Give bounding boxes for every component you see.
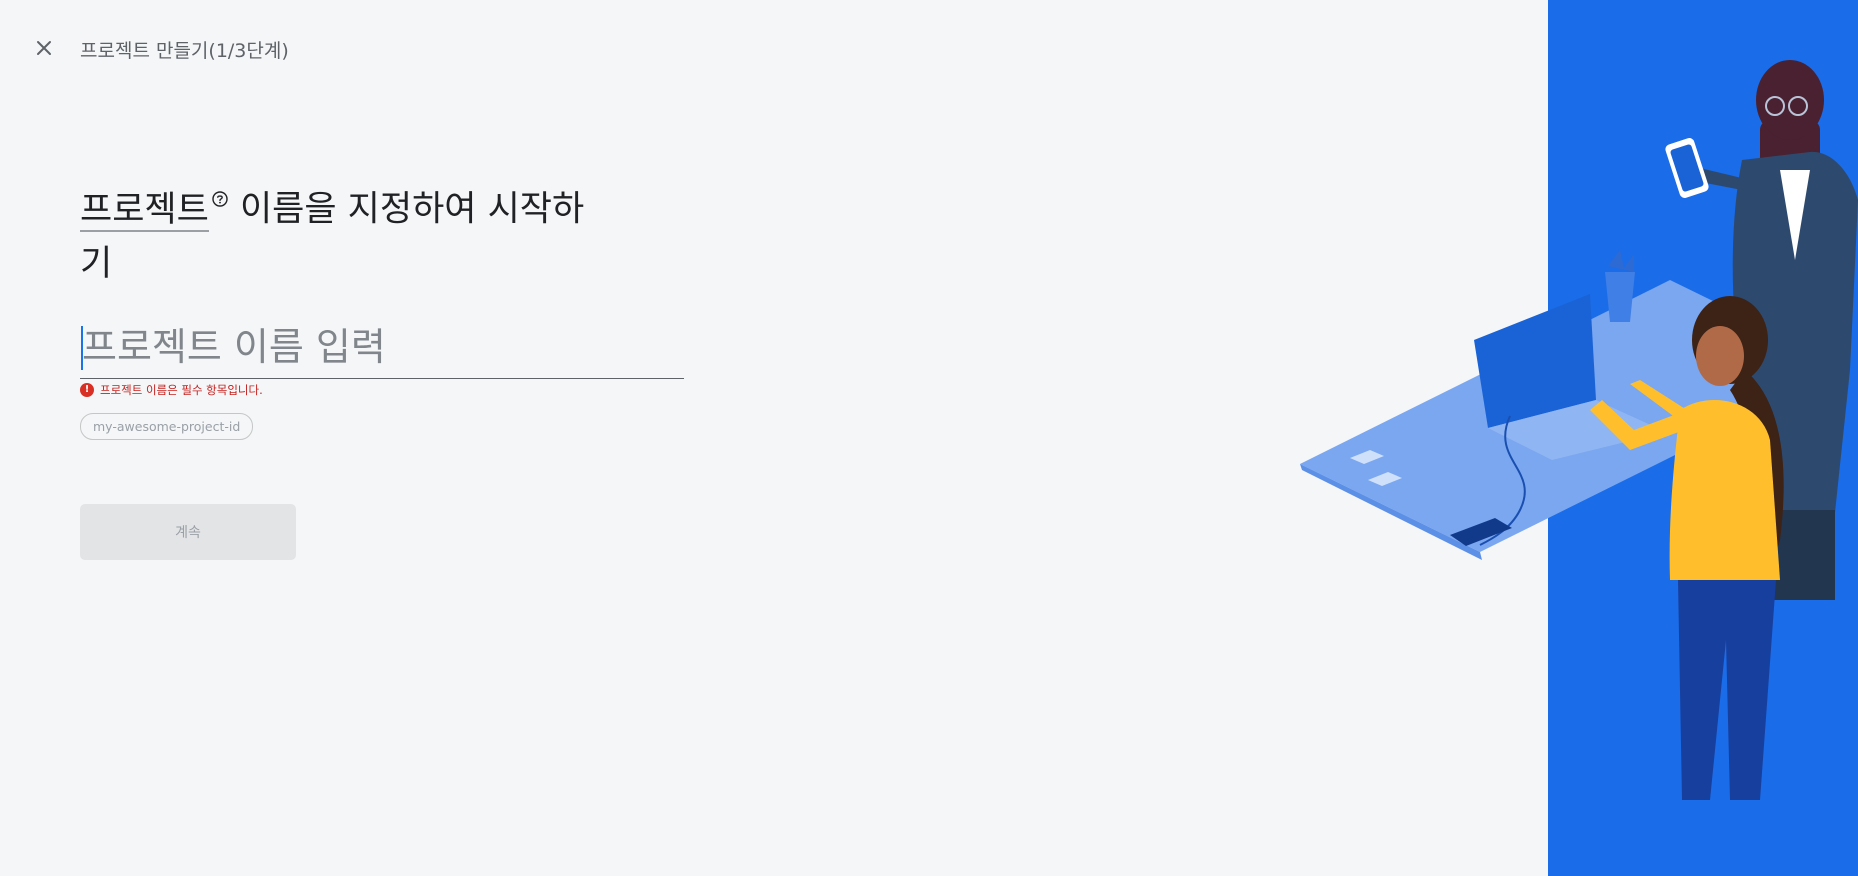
error-text: 프로젝트 이름은 필수 항목입니다.: [100, 383, 263, 397]
step-title: 프로젝트 만들기(1/3단계): [80, 40, 289, 62]
illustration: [1300, 60, 1858, 800]
error-message: ! 프로젝트 이름은 필수 항목입니다.: [80, 382, 263, 398]
project-name-field: [80, 320, 686, 379]
page-headline: 프로젝트 이름을 지정하여 시작하기: [80, 170, 600, 291]
project-id-chip[interactable]: my-awesome-project-id: [80, 413, 254, 440]
close-button[interactable]: [30, 34, 58, 62]
project-term-link[interactable]: 프로젝트: [80, 189, 209, 232]
continue-button[interactable]: 계속: [80, 504, 296, 560]
text-caret: [81, 326, 83, 370]
project-name-input[interactable]: [80, 320, 686, 374]
help-circle-icon[interactable]: [211, 170, 229, 224]
close-icon: [37, 41, 51, 55]
error-icon: !: [80, 383, 94, 397]
